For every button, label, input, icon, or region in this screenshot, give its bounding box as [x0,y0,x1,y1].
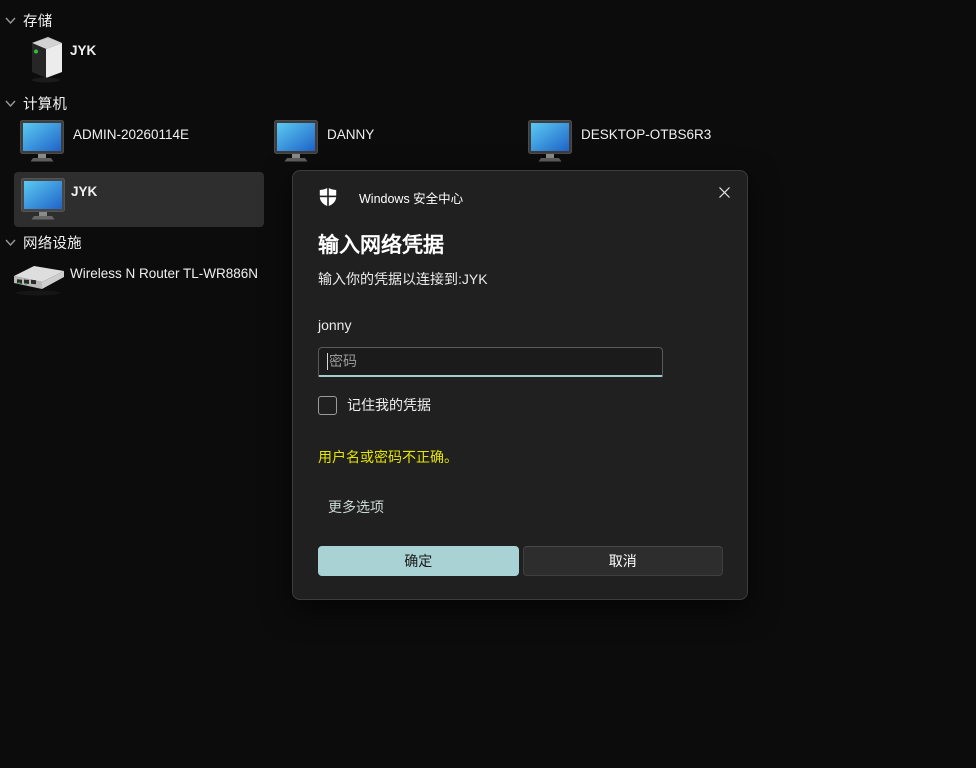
storage-item-label: JYK [70,43,97,58]
section-storage[interactable]: 存储 [4,10,52,30]
text-caret [327,353,328,370]
network-item-router[interactable]: Wireless N Router TL-WR886N [10,258,258,298]
dialog-title: 输入网络凭据 [318,234,444,257]
storage-item-jyk[interactable]: JYK [24,34,96,84]
computer-item-danny[interactable]: DANNY [274,120,374,162]
windows-security-dialog: Windows 安全中心 输入网络凭据 输入你的凭据以连接到:JYK jonny… [292,170,748,600]
more-options-link[interactable]: 更多选项 [328,497,384,517]
remember-credentials-label: 记住我的凭据 [347,397,431,413]
remember-credentials-row: 记住我的凭据 [318,395,431,415]
close-button[interactable] [709,177,739,207]
section-network-devices[interactable]: 网络设施 [4,232,82,252]
cancel-button[interactable]: 取消 [522,546,723,576]
dialog-header: Windows 安全中心 [318,187,463,207]
dialog-button-row: 确定 取消 [318,546,723,576]
password-field-wrap [318,347,663,377]
monitor-icon [21,178,65,220]
section-storage-label: 存储 [23,13,53,30]
remember-credentials-checkbox[interactable] [318,395,337,415]
dialog-subtitle: 输入你的凭据以连接到:JYK [318,271,488,287]
computer-item-label: DANNY [327,127,375,142]
computer-item-desktop-otbs6r3[interactable]: DESKTOP-OTBS6R3 [528,120,711,162]
dialog-app-title: Windows 安全中心 [359,191,464,206]
chevron-down-icon [5,17,16,24]
monitor-icon [274,120,318,162]
computer-item-label: ADMIN-20260114E [73,127,190,142]
nas-storage-icon [32,37,62,83]
section-computers-label: 计算机 [23,96,68,113]
chevron-down-icon [5,100,16,107]
computer-item-label: DESKTOP-OTBS6R3 [581,127,712,142]
close-icon [718,186,730,198]
router-icon [14,266,64,296]
computer-item-jyk-selected[interactable]: JYK [14,172,264,227]
section-computers[interactable]: 计算机 [4,93,67,113]
password-input[interactable] [318,347,663,377]
ok-button[interactable]: 确定 [318,546,519,576]
network-item-label: Wireless N Router TL-WR886N [70,266,259,281]
section-network-devices-label: 网络设施 [23,235,82,252]
chevron-down-icon [5,239,16,246]
error-message: 用户名或密码不正确。 [318,449,458,465]
username-value[interactable]: jonny [318,317,351,333]
monitor-icon [528,120,572,162]
computer-item-label: JYK [71,184,98,199]
windows-security-shield-icon [319,187,337,207]
monitor-icon [20,120,64,162]
computer-item-admin[interactable]: ADMIN-20260114E [20,120,189,162]
